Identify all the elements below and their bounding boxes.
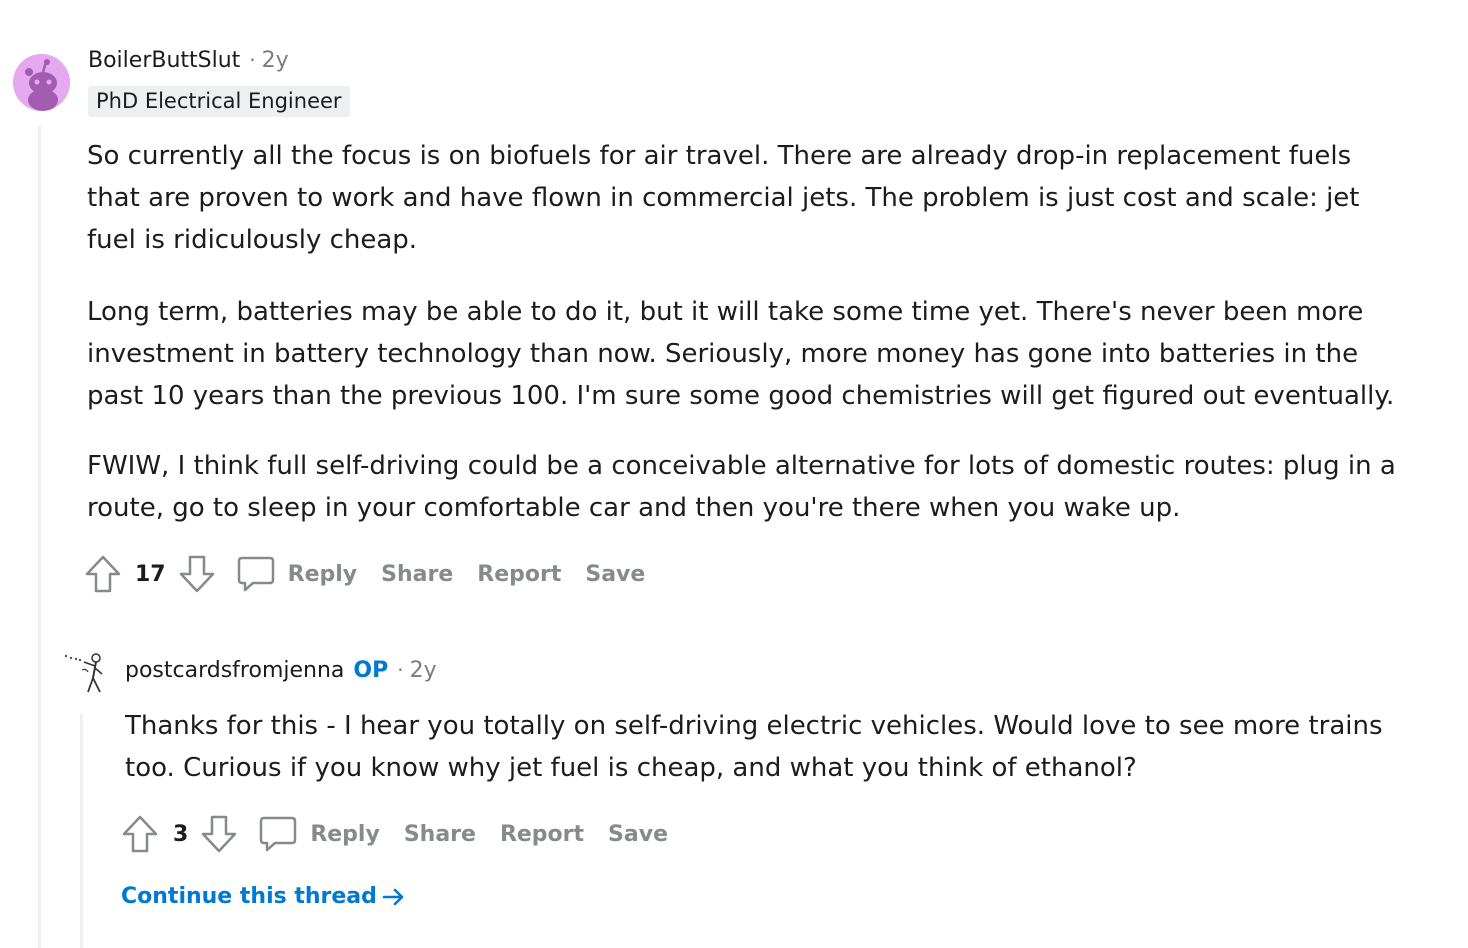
- username[interactable]: BoilerButtSlut: [88, 48, 240, 73]
- reply-button[interactable]: Reply: [236, 554, 358, 594]
- vote-count: 3: [173, 821, 189, 847]
- comment-line: past 10 years than the previous 100. I'm…: [87, 381, 1395, 411]
- save-button[interactable]: Save: [585, 562, 645, 587]
- comment-line: investment in battery technology than no…: [87, 339, 1359, 369]
- meta-separator: ·: [397, 658, 404, 682]
- comment-line: route, go to sleep in your comfortable c…: [87, 493, 1181, 523]
- share-button[interactable]: Share: [381, 562, 453, 587]
- continue-thread-link[interactable]: Continue this thread: [121, 884, 407, 909]
- upvote-arrow-icon: [85, 555, 121, 593]
- comment-line: FWIW, I think full self-driving could be…: [87, 451, 1396, 481]
- reply-label: Reply: [287, 561, 358, 587]
- reddit-snoo-avatar-icon: [13, 54, 70, 111]
- comment-paragraph: FWIW, I think full self-driving could be…: [87, 445, 1396, 529]
- comment-bubble-icon: [260, 816, 297, 852]
- comment-actions: 17 Reply Share Report Save: [84, 552, 645, 596]
- comment-line: Thanks for this - I hear you totally on …: [125, 711, 1383, 741]
- comment-meta: BoilerButtSlut · 2y: [88, 48, 289, 73]
- username[interactable]: postcardsfromjenna: [125, 658, 344, 683]
- vote-count: 17: [135, 561, 166, 587]
- downvote-arrow-icon: [202, 815, 237, 853]
- comment-meta: postcardsfromjenna OP · 2y: [125, 658, 437, 683]
- comment-line: Long term, batteries may be able to do i…: [87, 297, 1364, 327]
- comment-paragraph: Long term, batteries may be able to do i…: [87, 291, 1394, 417]
- comment-line: So currently all the focus is on biofuel…: [87, 141, 1352, 171]
- share-button[interactable]: Share: [404, 822, 476, 847]
- reply-button[interactable]: Reply: [258, 814, 380, 854]
- report-button[interactable]: Report: [500, 822, 584, 847]
- sketch-figure-avatar-icon: [64, 653, 103, 693]
- comment-paragraph: Thanks for this - I hear you totally on …: [125, 705, 1383, 789]
- downvote-button[interactable]: [178, 554, 216, 594]
- user-avatar[interactable]: [13, 54, 70, 111]
- user-avatar[interactable]: [60, 648, 108, 696]
- arrow-right-icon: [382, 888, 404, 905]
- downvote-arrow-icon: [179, 555, 214, 593]
- comment-bubble-icon: [237, 556, 274, 592]
- thread-line-2[interactable]: [80, 714, 83, 948]
- op-badge: OP: [353, 658, 389, 683]
- comment-age[interactable]: 2y: [410, 658, 437, 683]
- comment-line: fuel is ridiculously cheap.: [87, 225, 418, 255]
- comment-line: too. Curious if you know why jet fuel is…: [125, 753, 1137, 783]
- report-button[interactable]: Report: [477, 562, 561, 587]
- user-flair: PhD Electrical Engineer: [88, 86, 350, 117]
- upvote-button[interactable]: [121, 814, 159, 854]
- comment-thread: BoilerButtSlut · 2y PhD Electrical Engin…: [0, 0, 1468, 948]
- continue-thread-label: Continue this thread: [121, 884, 377, 909]
- save-button[interactable]: Save: [608, 822, 668, 847]
- comment-paragraph: So currently all the focus is on biofuel…: [87, 135, 1360, 261]
- comment-line: that are proven to work and have flown i…: [87, 183, 1360, 213]
- reply-label: Reply: [310, 821, 380, 847]
- thread-line-1[interactable]: [38, 126, 41, 948]
- comment-age[interactable]: 2y: [262, 48, 289, 73]
- meta-separator: ·: [249, 48, 256, 72]
- downvote-button[interactable]: [200, 814, 238, 854]
- upvote-button[interactable]: [84, 554, 122, 594]
- comment-actions: 3 Reply Share Report Save: [121, 812, 668, 856]
- upvote-arrow-icon: [122, 815, 158, 853]
